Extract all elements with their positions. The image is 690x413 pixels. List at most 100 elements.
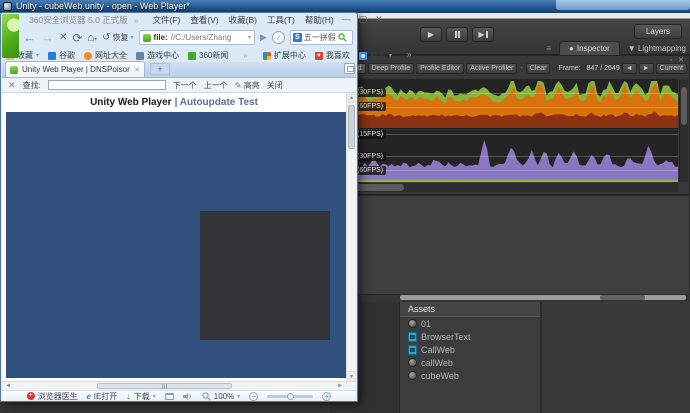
bookmarks-overflow-icon[interactable]: » bbox=[243, 51, 247, 60]
heart-icon: ♥ bbox=[315, 52, 323, 60]
go-icon[interactable]: ▶ bbox=[260, 32, 267, 43]
assets-folder-header[interactable]: Assets bbox=[400, 302, 540, 317]
clear-button[interactable]: Clear bbox=[526, 63, 551, 74]
screen: Unity - cubeWeb.unity - open - Web Playe… bbox=[0, 0, 690, 413]
asset-item[interactable]: CallWeb bbox=[400, 343, 540, 356]
active-tab[interactable]: Unity Web Player | DNSPoison ✕ bbox=[5, 61, 145, 77]
new-tab-button[interactable]: + bbox=[150, 63, 170, 75]
back-icon[interactable]: ← bbox=[23, 30, 36, 45]
zoom-in-button[interactable]: + bbox=[322, 392, 331, 401]
profile-editor-button[interactable]: Profile Editor bbox=[416, 63, 464, 74]
unity-asset-icon bbox=[408, 319, 417, 328]
zoom-out-button[interactable]: − bbox=[249, 392, 258, 401]
overflow-chevron-icon[interactable]: » bbox=[134, 15, 139, 25]
prev-frame-icon[interactable]: ◄ bbox=[622, 63, 637, 74]
browser-360-logo[interactable] bbox=[2, 14, 19, 58]
play-button[interactable]: ▶ bbox=[420, 27, 442, 42]
menu-help[interactable]: 帮助(H) bbox=[305, 14, 334, 26]
site-icon bbox=[188, 52, 196, 60]
search-icon[interactable] bbox=[338, 33, 347, 42]
menu-view[interactable]: 查看(V) bbox=[190, 14, 218, 26]
lightmapping-dropdown[interactable]: ▼ Lightmapping bbox=[628, 44, 686, 55]
zoom-slider[interactable] bbox=[267, 395, 313, 398]
toolbar-overflow-icon[interactable]: » bbox=[407, 50, 411, 61]
layers-dropdown[interactable]: Layers bbox=[634, 24, 682, 39]
find-prev-button[interactable]: 上一个 bbox=[204, 80, 228, 91]
asset-item[interactable]: 01 bbox=[400, 317, 540, 330]
ie-icon: e bbox=[87, 391, 91, 401]
pane-menu-icon[interactable]: ≡ bbox=[546, 44, 551, 55]
bookmark-news[interactable]: 360新闻 bbox=[188, 50, 228, 61]
deep-profile-button[interactable]: Deep Profile bbox=[368, 63, 415, 74]
browser-titlebar: 360安全浏览器 5.0 正式版 » 文件(F) 查看(V) 收藏(B) 工具(… bbox=[23, 13, 354, 26]
tab-close-icon[interactable]: ✕ bbox=[134, 66, 140, 74]
refresh-icon[interactable]: ⟳ bbox=[72, 31, 82, 45]
search-input[interactable]: 五一拼假 bbox=[304, 32, 336, 43]
asset-item[interactable]: callWeb bbox=[400, 356, 540, 369]
asset-item[interactable]: BrowserText bbox=[400, 330, 540, 343]
profiler-vertical-scrollbar[interactable] bbox=[679, 79, 688, 182]
zoom-control[interactable]: 100% ▾ bbox=[202, 392, 240, 401]
unity-app-icon bbox=[3, 2, 12, 11]
screenshot-tool[interactable]: 截图 ▾ bbox=[359, 50, 392, 61]
bookmark-sites[interactable]: 网址大全 bbox=[84, 50, 127, 61]
asset-item[interactable]: cubeWeb bbox=[400, 369, 540, 382]
stop-icon[interactable]: ✕ bbox=[59, 32, 67, 43]
bookmark-google[interactable]: 谷歌 bbox=[48, 50, 75, 61]
slider-knob[interactable] bbox=[287, 393, 294, 400]
info-icon: ● bbox=[569, 44, 574, 53]
step-button[interactable]: ▶ bbox=[472, 27, 494, 42]
panel-scrollbar[interactable] bbox=[400, 295, 686, 300]
find-input[interactable] bbox=[48, 80, 166, 90]
search-box[interactable]: S 五一拼假 bbox=[290, 30, 353, 45]
address-dropdown-icon[interactable]: ▾ bbox=[248, 34, 251, 41]
scroll-down-icon[interactable]: ▼ bbox=[347, 371, 356, 381]
scroll-up-icon[interactable]: ▲ bbox=[347, 93, 356, 103]
toolbar-divider: - bbox=[519, 65, 523, 72]
frame-value: 847 / 2649 bbox=[587, 65, 620, 72]
speaker-icon[interactable] bbox=[183, 392, 193, 401]
status-bar: + 浏览器医生 e IE打开 ↓ 下载 ▾ 1 bbox=[2, 390, 356, 401]
address-bar[interactable]: file: //C:/Users/Zhang ▾ bbox=[139, 30, 256, 45]
download-button[interactable]: ↓ 下载 ▾ bbox=[126, 391, 156, 402]
open-in-ie-button[interactable]: e IE打开 bbox=[87, 391, 118, 402]
unity-asset-icon bbox=[408, 371, 417, 380]
window-mode-icon[interactable] bbox=[165, 393, 174, 400]
pause-button[interactable] bbox=[446, 27, 468, 42]
forward-icon[interactable]: → bbox=[41, 30, 54, 45]
page-content: Unity Web Player| Autoupdate Test ▲ ▼ bbox=[2, 93, 356, 381]
find-next-button[interactable]: 下一个 bbox=[173, 80, 197, 91]
chevron-down-icon: ▾ bbox=[131, 34, 134, 41]
bookmark-game-center[interactable]: 游戏中心 bbox=[136, 50, 179, 61]
gpu-usage-graph[interactable]: 66ms (15FPS) 33ms (30FPS) 16ms (60FPS) bbox=[332, 130, 678, 182]
favorites-heart[interactable]: ♥ 我喜欢 bbox=[315, 50, 350, 61]
cpu-usage-graph[interactable]: 33ms (30FPS) 16ms (60FPS) bbox=[332, 79, 678, 129]
active-profiler-button[interactable]: Active Profiler bbox=[466, 63, 517, 74]
home-icon[interactable]: ⌂▾ bbox=[87, 32, 97, 44]
find-close-icon[interactable]: ✕ bbox=[8, 80, 16, 91]
tab-inspector[interactable]: ● Inspector bbox=[559, 41, 620, 55]
inspector-tab-row: ≡ ● Inspector ▼ Lightmapping bbox=[546, 40, 686, 55]
unity-asset-icon bbox=[408, 358, 417, 367]
next-frame-icon[interactable]: ► bbox=[639, 63, 654, 74]
webplayer-canvas[interactable] bbox=[6, 112, 347, 378]
browser-doctor-button[interactable]: + 浏览器医生 bbox=[27, 391, 78, 402]
play-icon: ▶ bbox=[428, 30, 434, 39]
page-vertical-scrollbar[interactable]: ▲ ▼ bbox=[346, 93, 356, 381]
find-close-button[interactable]: 关闭 bbox=[267, 80, 283, 91]
close-button[interactable]: ✕ bbox=[375, 14, 383, 25]
find-highlight-button[interactable]: ✎ 高亮 bbox=[235, 80, 260, 91]
menu-file[interactable]: 文件(F) bbox=[152, 14, 180, 26]
menu-favorites[interactable]: 收藏(B) bbox=[229, 14, 257, 26]
maximize-button[interactable]: ▢ bbox=[359, 14, 368, 25]
restore-session-button[interactable]: ↺ 恢复 ▾ bbox=[102, 32, 133, 43]
page-horizontal-scrollbar[interactable]: ◄ ► bbox=[2, 381, 356, 390]
menu-tools[interactable]: 工具(T) bbox=[267, 14, 295, 26]
security-shield-icon[interactable]: ✓ bbox=[272, 31, 285, 44]
profiler-horizontal-scrollbar[interactable] bbox=[332, 183, 678, 192]
assets-column: Assets 01 BrowserText CallWeb callWeb cu… bbox=[400, 302, 540, 413]
extension-center[interactable]: 扩展中心 bbox=[263, 50, 306, 61]
current-frame-button[interactable]: Current bbox=[656, 63, 687, 74]
menu-bar: 文件(F) 查看(V) 收藏(B) 工具(T) 帮助(H) bbox=[152, 14, 333, 26]
multi-window-icon[interactable] bbox=[344, 63, 355, 74]
